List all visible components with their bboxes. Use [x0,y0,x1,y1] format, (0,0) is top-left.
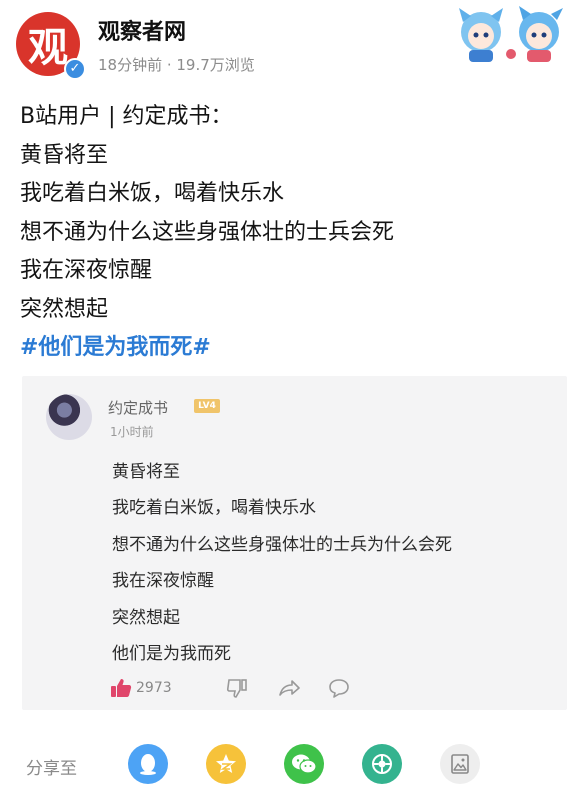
mascot-sticker-icon [459,6,563,62]
comment-line: 我在深夜惊醒 [112,571,214,592]
moments-icon [372,754,392,774]
post-header: 观 ✓ 观察者网 18分钟前 · 19.7万浏览 [0,0,583,90]
qq-icon [140,754,156,775]
verified-badge-icon: ✓ [64,58,86,80]
thumbs-down-icon [226,679,247,698]
image-icon [451,754,469,774]
commenter-name: 约定成书 [108,399,169,417]
post-line: 黄昏将至 [20,142,109,168]
comment-line: 想不通为什么这些身强体壮的士兵为什么会死 [112,534,452,555]
comment-body: 黄昏将至 我吃着白米饭，喝着快乐水 想不通为什么这些身强体壮的士兵为什么会死 我… [112,454,452,672]
thumbs-up-icon [111,679,132,697]
share-label: 分享至 [26,759,77,779]
comment-time: 1小时前 [110,425,154,439]
post-line: 想不通为什么这些身强体壮的士兵会死 [20,219,395,245]
post-line: 突然想起 [20,296,109,322]
comment-line: 我吃着白米饭，喝着快乐水 [112,498,316,519]
comment-line: 他们是为我而死 [112,644,231,665]
share-qzone-button[interactable] [206,744,246,784]
share-qq-button[interactable] [128,744,168,784]
post-hashtag[interactable]: #他们是为我而死# [20,329,565,368]
wechat-icon [292,754,317,774]
qzone-icon [216,754,236,773]
comment-actions: 2973 [110,678,530,700]
comment-bubble-icon [329,679,349,698]
post-line: 我吃着白米饭，喝着快乐水 [20,181,285,206]
share-arrow-icon [279,680,300,696]
post-line: B站用户 | 约定成书： [20,104,233,129]
level-badge: LV4 [194,399,220,413]
comment-line: 黄昏将至 [112,462,180,482]
post-body: B站用户 | 约定成书： 黄昏将至 我吃着白米饭，喝着快乐水 想不通为什么这些身… [20,98,565,368]
comment-line: 突然想起 [112,607,180,628]
like-count: 2973 [136,680,172,696]
avatar-glyph: 观 [28,24,68,71]
comment-like: 2973 [110,678,172,698]
account-name[interactable]: 观察者网 [98,14,186,46]
post-line: 我在深夜惊醒 [20,258,153,283]
post-meta: 18分钟前 · 19.7万浏览 [98,56,255,74]
share-moments-button[interactable] [362,744,402,784]
share-image-button[interactable] [440,744,480,784]
share-bar: 分享至 [0,736,583,792]
share-wechat-button[interactable] [284,744,324,784]
embedded-comment-screenshot[interactable]: 约定成书 LV4 1小时前 黄昏将至 我吃着白米饭，喝着快乐水 想不通为什么这些… [22,376,567,710]
commenter-avatar [46,394,92,440]
